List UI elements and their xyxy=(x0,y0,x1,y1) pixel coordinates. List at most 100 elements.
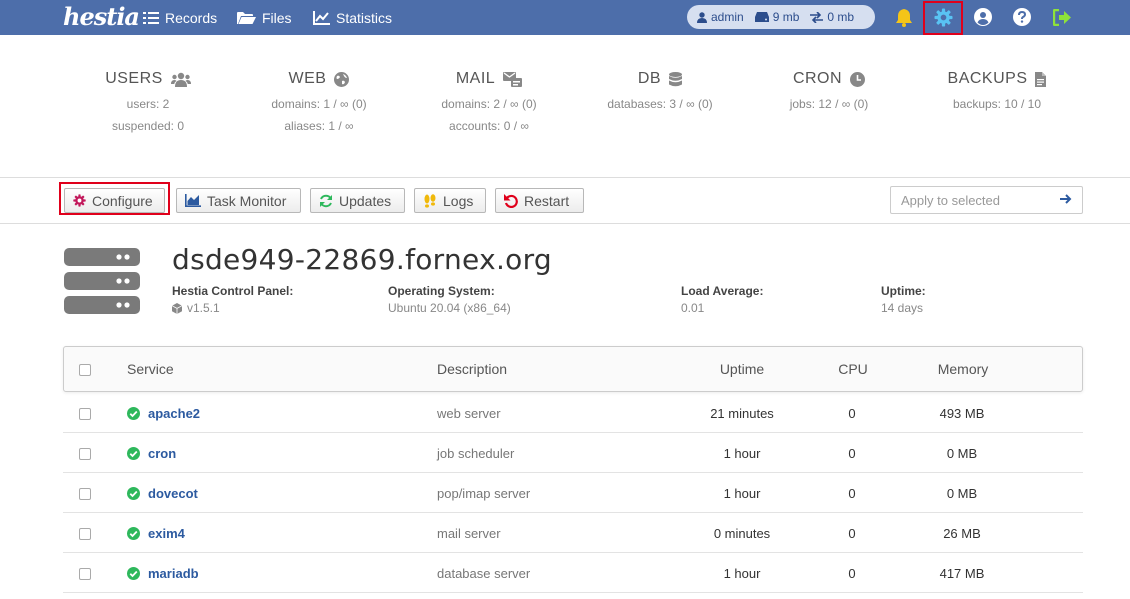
stat-mail-line-2: accounts: 0 / ∞ xyxy=(449,119,529,133)
service-cell: dovecot xyxy=(127,486,198,501)
configure-highlight xyxy=(59,182,170,215)
info-uptime: Uptime: 14 days xyxy=(881,284,926,315)
info-os: Operating System: Ubuntu 20.04 (x86_64) xyxy=(388,284,511,315)
service-cell: cron xyxy=(127,446,176,461)
uptime-cell: 1 hour xyxy=(723,486,761,501)
uptime-cell: 0 minutes xyxy=(713,526,771,541)
service-name-link[interactable]: exim4 xyxy=(148,526,185,541)
panel-version: v1.5.1 xyxy=(187,301,220,315)
users-icon xyxy=(170,72,191,87)
table-row[interactable]: cron job scheduler 1 hour 0 0 MB xyxy=(63,433,1083,473)
select-all-checkbox[interactable] xyxy=(79,364,91,376)
check-circle-icon xyxy=(127,407,140,420)
records-icon xyxy=(143,11,159,24)
stat-cron[interactable]: CRON jobs: 12 / ∞ (0) xyxy=(772,70,886,111)
uptime-cell: 1 hour xyxy=(723,566,761,581)
server-icon xyxy=(64,248,140,314)
table-row[interactable]: mariadb database server 1 hour 0 417 MB xyxy=(63,553,1083,593)
service-cell: exim4 xyxy=(127,526,185,541)
table-row[interactable]: dovecot pop/imap server 1 hour 0 0 MB xyxy=(63,473,1083,513)
nav-records[interactable]: Records xyxy=(143,0,217,35)
info-load: Load Average: 0.01 xyxy=(681,284,763,315)
stat-cron-line-1: jobs: 12 / ∞ (0) xyxy=(789,97,869,111)
row-checkbox[interactable] xyxy=(79,408,91,420)
notifications-button[interactable] xyxy=(892,5,916,29)
header-uptime[interactable]: Uptime xyxy=(692,361,792,377)
user-profile-button[interactable] xyxy=(971,5,995,29)
disk-usage: 9 mb xyxy=(772,10,800,24)
updates-button[interactable]: Updates xyxy=(310,188,405,213)
user-segment: admin xyxy=(697,10,744,24)
logs-label: Logs xyxy=(443,192,474,209)
check-circle-icon xyxy=(127,447,140,460)
memory-cell: 417 MB xyxy=(939,566,985,581)
apply-to-selected-select[interactable]: Apply to selected xyxy=(890,186,1083,214)
nav-statistics[interactable]: Statistics xyxy=(313,0,392,35)
footprints-icon xyxy=(424,193,436,208)
service-name-link[interactable]: mariadb xyxy=(148,566,199,581)
folder-icon xyxy=(237,11,256,24)
stat-db[interactable]: DB databases: 3 / ∞ (0) xyxy=(598,70,722,111)
task-monitor-label: Task Monitor xyxy=(207,192,287,209)
row-checkbox[interactable] xyxy=(79,568,91,580)
hestia-logo[interactable]: hestia xyxy=(63,2,140,31)
row-checkbox[interactable] xyxy=(79,448,91,460)
memory-cell: 0 MB xyxy=(946,486,978,501)
cpu-cell: 0 xyxy=(848,486,856,501)
check-circle-icon xyxy=(127,487,140,500)
header-cpu[interactable]: CPU xyxy=(803,361,903,377)
stat-users-title: USERS xyxy=(105,70,163,87)
logs-button[interactable]: Logs xyxy=(414,188,486,213)
stat-mail[interactable]: MAIL domains: 2 / ∞ (0) accounts: 0 / ∞ xyxy=(424,70,554,133)
os-label: Operating System: xyxy=(388,284,495,298)
uptime-label: Uptime: xyxy=(881,284,926,298)
stat-backups-line-1: backups: 10 / 10 xyxy=(952,97,1042,111)
os-value: Ubuntu 20.04 (x86_64) xyxy=(388,301,511,315)
stat-users-line-1: users: 2 xyxy=(126,97,170,111)
service-name-link[interactable]: cron xyxy=(148,446,176,461)
description-cell: mail server xyxy=(437,526,501,541)
user-icon xyxy=(697,11,707,23)
file-icon xyxy=(1035,71,1047,87)
service-name-link[interactable]: dovecot xyxy=(148,486,198,501)
logout-icon xyxy=(1052,8,1071,26)
uptime-cell: 21 minutes xyxy=(710,406,774,421)
header-service[interactable]: Service xyxy=(127,361,174,377)
stat-users[interactable]: USERS users: 2 suspended: 0 xyxy=(86,70,210,133)
task-monitor-button[interactable]: Task Monitor xyxy=(176,188,301,213)
service-name-link[interactable]: apache2 xyxy=(148,406,200,421)
database-icon xyxy=(669,71,683,86)
check-circle-icon xyxy=(127,527,140,540)
restart-button[interactable]: Restart xyxy=(495,188,584,213)
user-status-pill[interactable]: admin 9 mb 0 mb xyxy=(687,5,875,29)
cpu-cell: 0 xyxy=(848,526,856,541)
help-button[interactable] xyxy=(1010,5,1034,29)
table-row[interactable]: exim4 mail server 0 minutes 0 26 MB xyxy=(63,513,1083,553)
arrow-right-icon[interactable] xyxy=(1060,192,1072,206)
stat-web-line-2: aliases: 1 / ∞ xyxy=(284,119,354,133)
table-row[interactable]: apache2 web server 21 minutes 0 493 MB xyxy=(63,393,1083,433)
row-checkbox[interactable] xyxy=(79,528,91,540)
uptime-value: 14 days xyxy=(881,301,924,315)
stat-backups[interactable]: BACKUPS backups: 10 / 10 xyxy=(940,70,1054,111)
description-cell: pop/imap server xyxy=(437,486,531,501)
apply-to-selected-placeholder: Apply to selected xyxy=(901,192,1001,208)
cpu-cell: 0 xyxy=(848,566,856,581)
nav-statistics-label: Statistics xyxy=(336,9,393,26)
header-description[interactable]: Description xyxy=(437,361,507,377)
cube-icon xyxy=(172,302,182,314)
logout-button[interactable] xyxy=(1050,5,1074,29)
row-checkbox[interactable] xyxy=(79,488,91,500)
stat-db-title: DB xyxy=(637,70,662,87)
disk-segment: 9 mb xyxy=(754,10,800,24)
bandwidth-segment: 0 mb xyxy=(810,10,854,24)
cpu-cell: 0 xyxy=(848,446,856,461)
stat-backups-title: BACKUPS xyxy=(947,70,1028,87)
header-memory[interactable]: Memory xyxy=(913,361,1013,377)
user-circle-icon xyxy=(974,8,992,26)
stat-web[interactable]: WEB domains: 1 / ∞ (0) aliases: 1 / ∞ xyxy=(256,70,382,133)
stat-mail-title: MAIL xyxy=(455,70,496,87)
nav-files[interactable]: Files xyxy=(237,0,292,35)
globe-icon xyxy=(334,71,350,87)
stat-mail-line-1: domains: 2 / ∞ (0) xyxy=(441,97,537,111)
